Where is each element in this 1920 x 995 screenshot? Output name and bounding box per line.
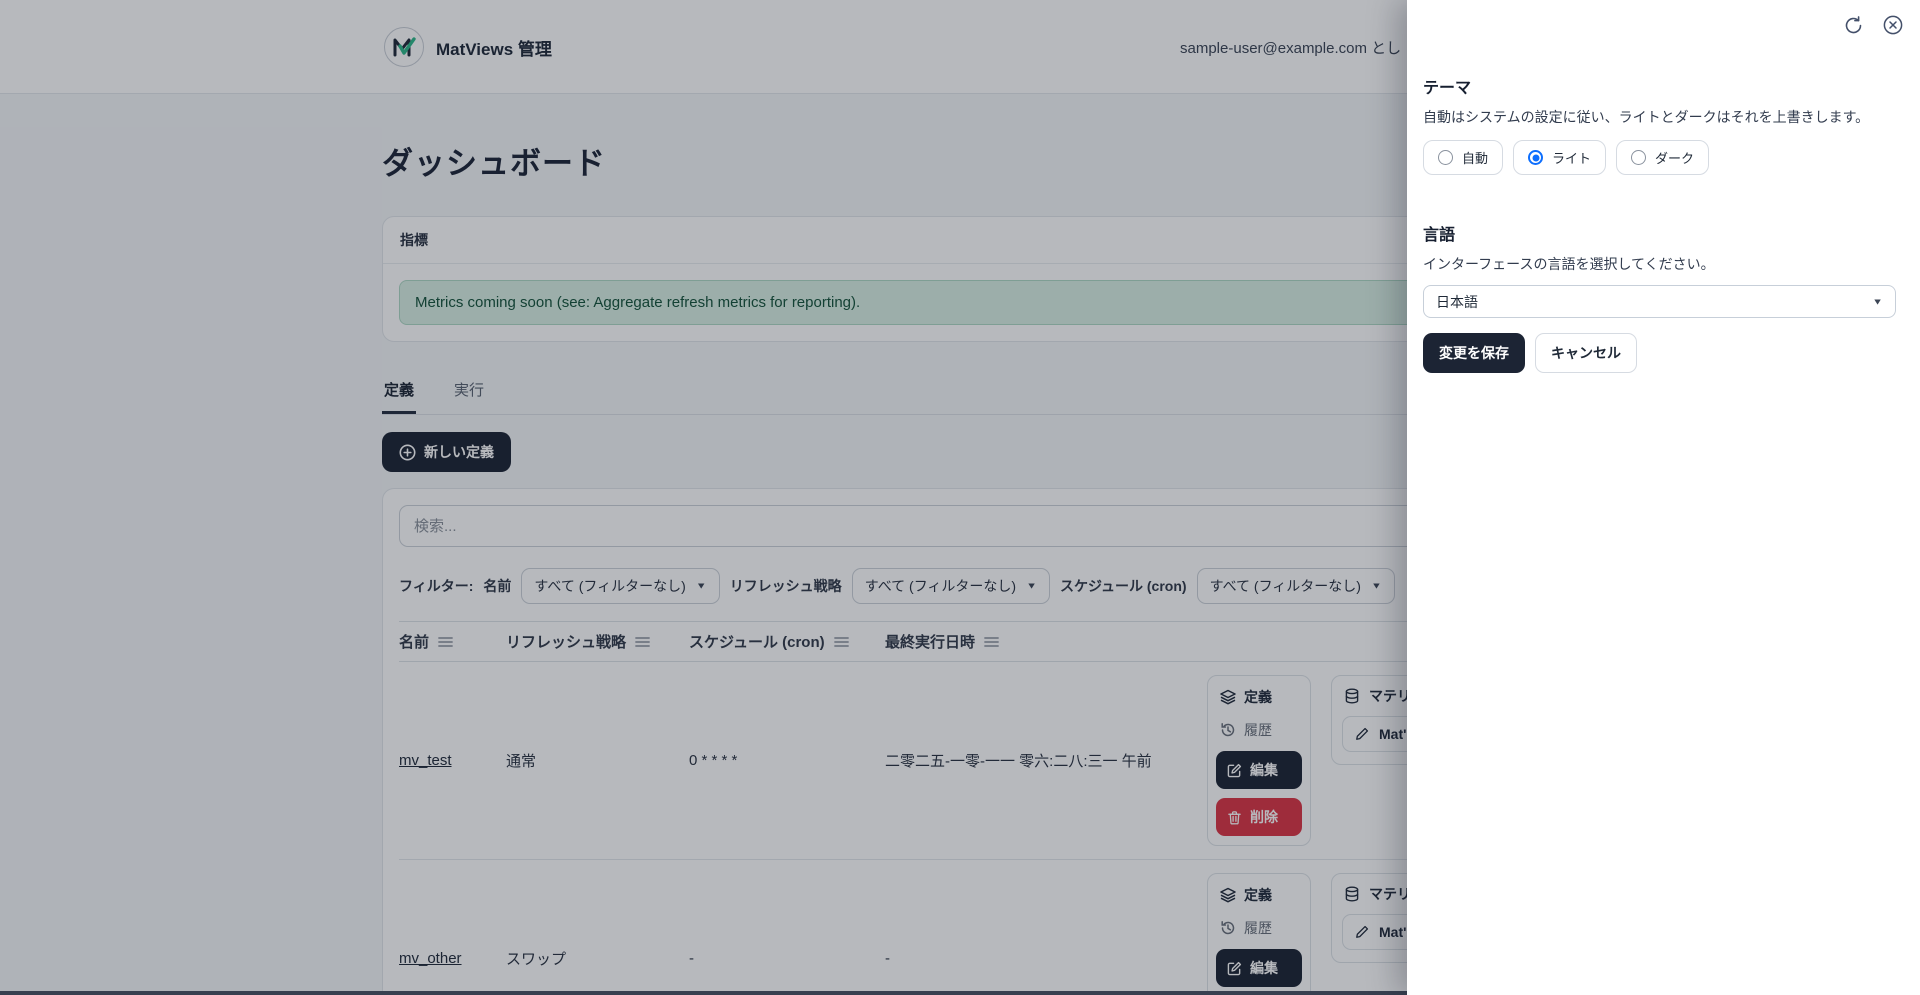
radio-icon bbox=[1438, 150, 1453, 165]
save-changes-button[interactable]: 変更を保存 bbox=[1423, 333, 1525, 373]
close-button[interactable] bbox=[1880, 12, 1906, 38]
theme-option-label: 自動 bbox=[1462, 148, 1488, 167]
language-section-title: 言語 bbox=[1423, 221, 1896, 245]
theme-option-dark[interactable]: ダーク bbox=[1616, 140, 1709, 175]
language-select[interactable]: 日本語 ▼ bbox=[1423, 285, 1896, 318]
theme-option-label: ライト bbox=[1552, 148, 1591, 167]
language-description: インターフェースの言語を選択してください。 bbox=[1423, 254, 1896, 274]
radio-icon bbox=[1631, 150, 1646, 165]
theme-radio-group: 自動 ライト ダーク bbox=[1423, 140, 1896, 175]
reset-button[interactable] bbox=[1840, 12, 1866, 38]
theme-option-label: ダーク bbox=[1655, 148, 1694, 167]
close-icon bbox=[1882, 14, 1904, 36]
theme-description: 自動はシステムの設定に従い、ライトとダークはそれを上書きします。 bbox=[1423, 107, 1896, 127]
settings-drawer: テーマ 自動はシステムの設定に従い、ライトとダークはそれを上書きします。 自動 … bbox=[1407, 0, 1920, 995]
chevron-down-icon: ▼ bbox=[1872, 297, 1883, 307]
theme-section-title: テーマ bbox=[1423, 74, 1896, 98]
language-selected-value: 日本語 bbox=[1436, 292, 1478, 312]
theme-option-light[interactable]: ライト bbox=[1513, 140, 1606, 175]
radio-checked-icon bbox=[1528, 150, 1543, 165]
refresh-icon bbox=[1843, 15, 1864, 36]
cancel-button[interactable]: キャンセル bbox=[1535, 333, 1637, 373]
theme-option-auto[interactable]: 自動 bbox=[1423, 140, 1503, 175]
